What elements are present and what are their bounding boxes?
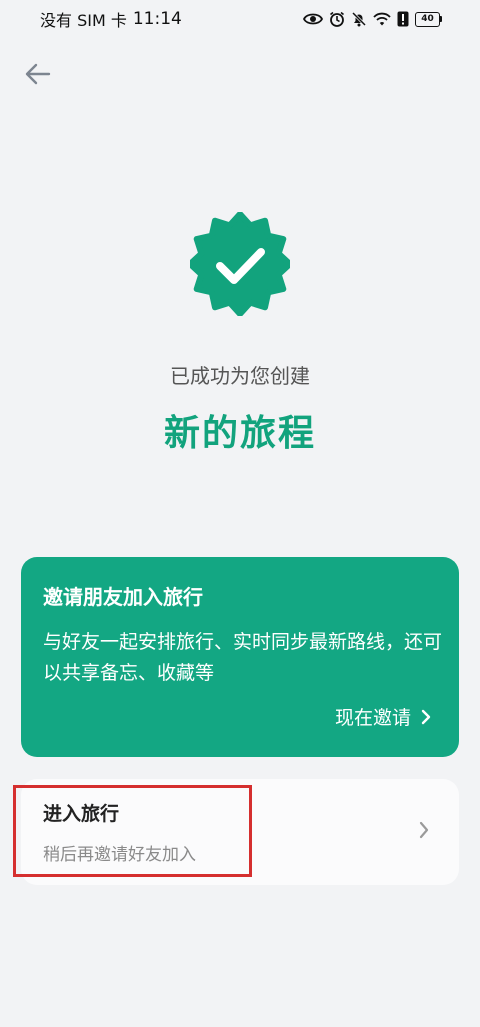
eye-icon	[303, 13, 323, 25]
success-subtitle: 已成功为您创建	[170, 364, 310, 388]
chevron-right-icon	[419, 821, 429, 839]
verified-badge-icon	[190, 212, 290, 316]
badge-shape	[190, 212, 290, 316]
invite-card-title: 邀请朋友加入旅行	[43, 585, 203, 609]
status-left: 没有 SIM 卡 11:14	[40, 7, 182, 31]
battery-tip	[440, 16, 442, 22]
page-title: 新的旅程	[163, 413, 316, 454]
back-button[interactable]	[22, 58, 54, 90]
invite-now-label: 现在邀请	[334, 707, 411, 729]
status-icons: 40	[303, 11, 442, 27]
chevron-right-icon	[421, 709, 431, 724]
wifi-icon	[373, 12, 391, 26]
battery-level: 40	[415, 11, 440, 27]
alarm-icon	[330, 11, 344, 27]
mute-icon	[351, 11, 367, 27]
carrier-label: 没有 SIM 卡	[40, 11, 127, 30]
invite-card-description: 与好友一起安排旅行、实时同步最新路线，还可以共享备忘、收藏等	[43, 631, 443, 684]
invite-friends-card[interactable]: 邀请朋友加入旅行 与好友一起安排旅行、实时同步最新路线，还可以共享备忘、收藏等 …	[21, 557, 459, 757]
invite-now-button[interactable]: 现在邀请	[335, 703, 431, 730]
screen: 没有 SIM 卡 11:14 40 已成功为您创建 新的旅程 邀请朋友加入旅行 …	[0, 0, 480, 1027]
highlight-box	[13, 785, 252, 877]
status-time: 11:14	[132, 9, 182, 29]
arrow-left-icon	[25, 63, 51, 85]
battery-icon: 40	[415, 11, 442, 27]
alert-icon	[397, 11, 409, 27]
status-bar: 没有 SIM 卡 11:14 40	[0, 0, 480, 38]
